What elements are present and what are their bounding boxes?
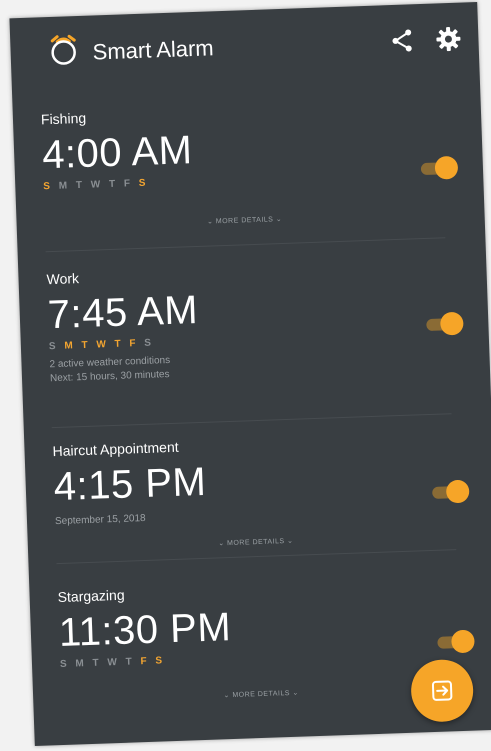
add-alarm-icon — [431, 680, 453, 701]
divider — [45, 237, 446, 253]
toggle-thumb — [434, 155, 459, 180]
toggle-thumb — [445, 479, 470, 504]
alarm-enabled-toggle[interactable] — [418, 155, 459, 180]
day-friday[interactable]: F — [129, 338, 138, 349]
alarm-enabled-toggle[interactable] — [435, 629, 476, 654]
day-sunday[interactable]: S — [60, 659, 70, 670]
day-friday[interactable]: F — [124, 178, 133, 189]
day-thursday[interactable]: T — [109, 179, 118, 190]
day-monday[interactable]: M — [64, 340, 76, 351]
day-monday[interactable]: M — [59, 180, 71, 191]
alarm-card-work[interactable]: Work 7:45 AM S M T W T F S 2 active weat… — [46, 257, 471, 422]
alarm-clock-logo-icon — [50, 34, 76, 65]
alarm-enabled-toggle[interactable] — [430, 479, 471, 504]
day-wednesday[interactable]: W — [107, 657, 120, 668]
more-details-link[interactable]: ⌄ MORE DETAILS ⌄ — [61, 683, 461, 705]
day-friday[interactable]: F — [140, 656, 149, 667]
alarm-enabled-toggle[interactable] — [424, 311, 465, 336]
toggle-thumb — [451, 629, 475, 654]
more-details-link[interactable]: ⌄ MORE DETAILS ⌄ — [56, 531, 456, 553]
app-title: Smart Alarm — [92, 35, 215, 65]
share-icon[interactable] — [388, 26, 417, 55]
day-sunday[interactable]: S — [43, 181, 53, 192]
day-tuesday[interactable]: T — [76, 180, 85, 191]
day-tuesday[interactable]: T — [92, 658, 101, 669]
alarm-time: 4:15 PM — [53, 459, 207, 510]
day-saturday[interactable]: S — [144, 338, 154, 349]
day-thursday[interactable]: T — [114, 339, 123, 350]
day-saturday[interactable]: S — [155, 655, 165, 666]
day-tuesday[interactable]: T — [81, 340, 90, 351]
day-sunday[interactable]: S — [49, 341, 59, 352]
app-screen: Smart Alarm Fishing 4:00 AM S M T W T F … — [9, 2, 491, 746]
alarm-card-fishing[interactable]: Fishing 4:00 AM S M T W T F S ⌄ MORE DET… — [41, 97, 465, 242]
gear-icon[interactable] — [434, 25, 463, 54]
day-monday[interactable]: M — [75, 658, 87, 669]
day-wednesday[interactable]: W — [96, 339, 109, 350]
app-bar: Smart Alarm — [9, 2, 479, 88]
day-wednesday[interactable]: W — [91, 179, 104, 190]
toggle-thumb — [439, 311, 464, 336]
more-details-link[interactable]: ⌄ MORE DETAILS ⌄ — [45, 209, 445, 231]
day-thursday[interactable]: T — [125, 656, 134, 667]
day-saturday[interactable]: S — [139, 178, 149, 189]
